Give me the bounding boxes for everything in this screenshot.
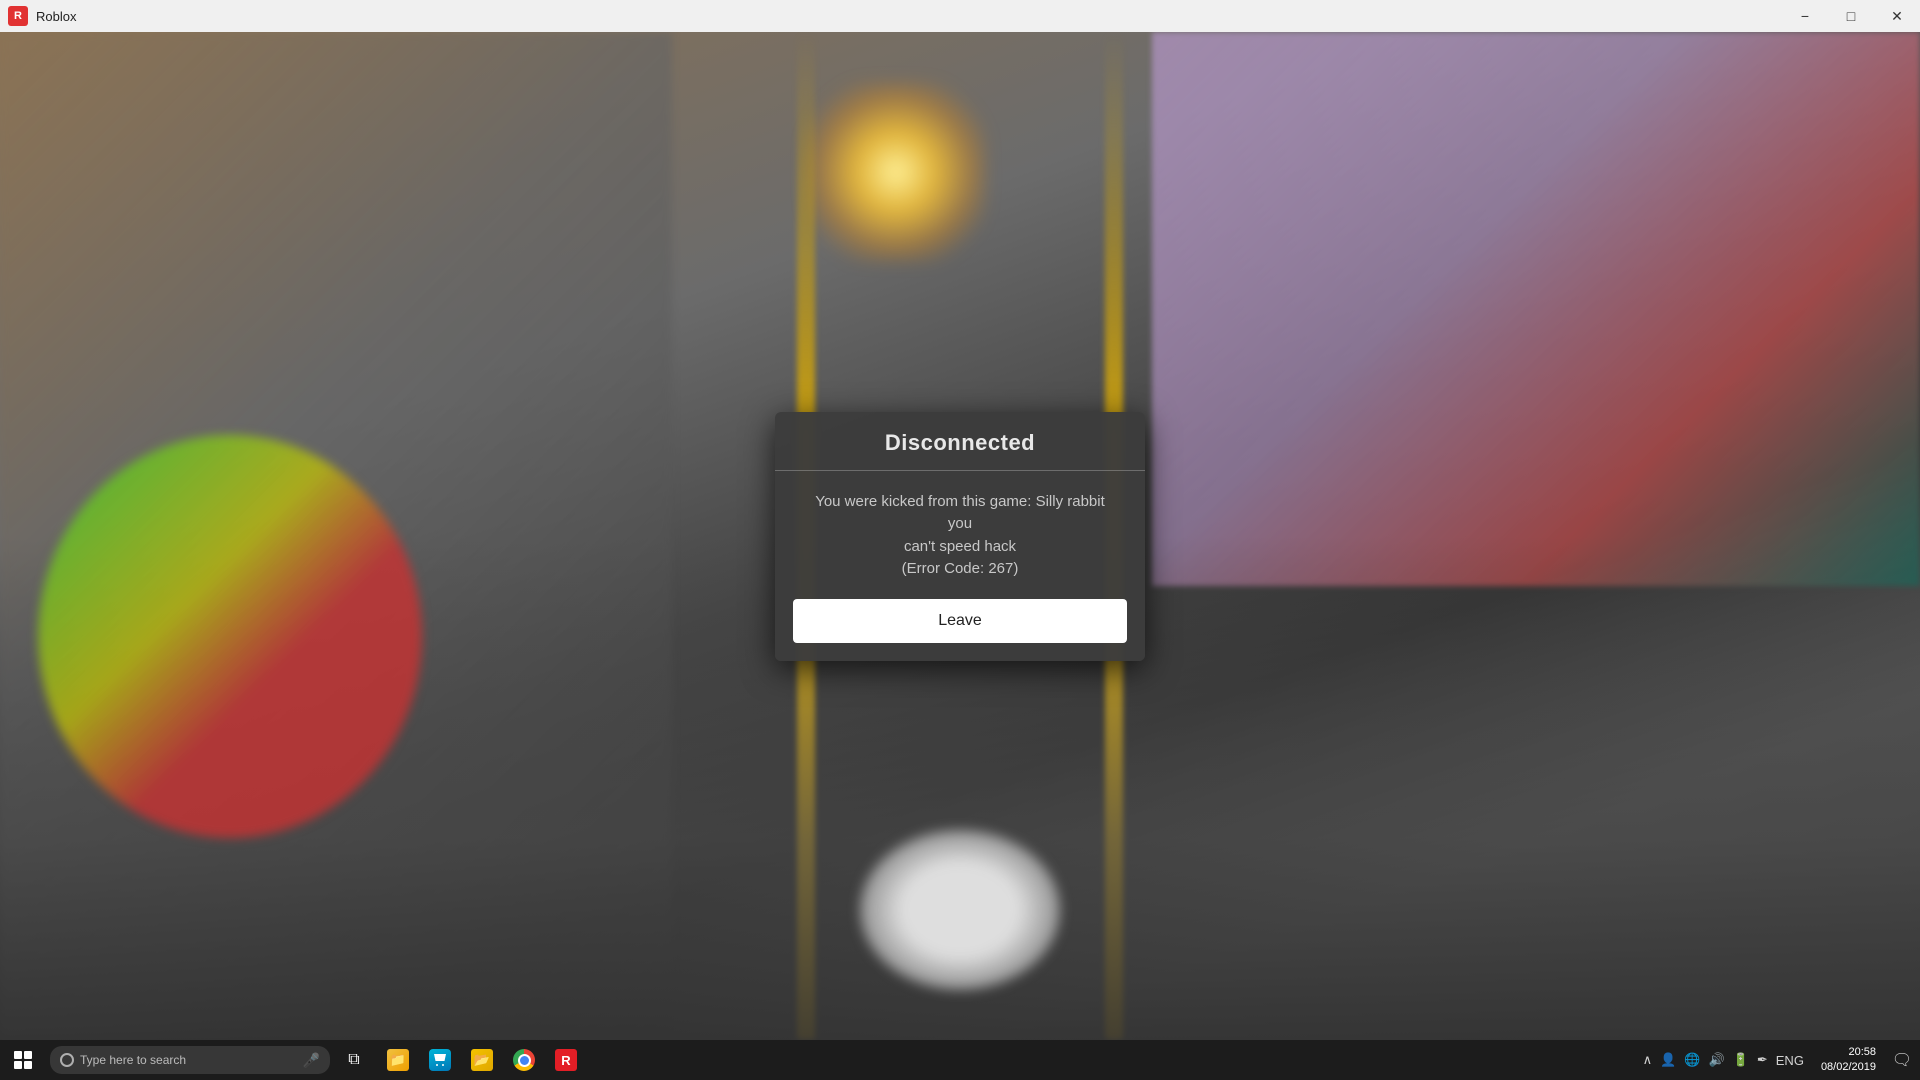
windows-logo-icon — [14, 1051, 32, 1069]
win-pane-1 — [14, 1051, 22, 1059]
taskbar-app-folder[interactable]: 📂 — [462, 1040, 502, 1080]
minimize-button[interactable]: − — [1782, 0, 1828, 32]
titlebar: R Roblox − □ ✕ — [0, 0, 1920, 32]
taskbar-app-store[interactable] — [420, 1040, 460, 1080]
chrome-icon — [513, 1049, 535, 1071]
window-controls: − □ ✕ — [1782, 0, 1920, 32]
win-pane-4 — [24, 1061, 32, 1069]
taskbar-apps: 📁 📂 R — [378, 1040, 586, 1080]
notification-icon: 🗨 — [1892, 1050, 1912, 1070]
close-button[interactable]: ✕ — [1874, 0, 1920, 32]
leave-button[interactable]: Leave — [793, 599, 1127, 643]
app-icon: R — [8, 6, 28, 26]
task-view-button[interactable]: ⧉ — [334, 1040, 374, 1080]
folder-icon: 📂 — [471, 1049, 493, 1071]
search-placeholder-text: Type here to search — [80, 1053, 186, 1067]
clock-date: 08/02/2019 — [1821, 1060, 1876, 1075]
notification-button[interactable]: 🗨 — [1884, 1040, 1920, 1080]
microphone-icon[interactable]: 🎤 — [303, 1052, 320, 1069]
language-label[interactable]: ENG — [1773, 1053, 1807, 1068]
taskbar-app-chrome[interactable] — [504, 1040, 544, 1080]
search-bar[interactable]: Type here to search 🎤 — [50, 1046, 330, 1074]
start-button[interactable] — [0, 1040, 46, 1080]
taskbar-app-explorer[interactable]: 📁 — [378, 1040, 418, 1080]
taskbar-app-roblox[interactable]: R — [546, 1040, 586, 1080]
dialog-title: Disconnected — [885, 430, 1035, 455]
task-view-icon: ⧉ — [348, 1051, 359, 1069]
dialog-header: Disconnected — [775, 412, 1145, 471]
taskbar: Type here to search 🎤 ⧉ 📁 📂 R ∧ 👤 🌐 🔊 — [0, 1040, 1920, 1080]
people-icon[interactable]: 👤 — [1657, 1052, 1679, 1068]
dialog-overlay: Disconnected You were kicked from this g… — [0, 32, 1920, 1040]
clock-time: 20:58 — [1848, 1045, 1876, 1060]
disconnected-dialog: Disconnected You were kicked from this g… — [775, 412, 1145, 661]
game-viewport: Disconnected You were kicked from this g… — [0, 32, 1920, 1040]
window-title: Roblox — [36, 9, 1782, 24]
search-icon — [60, 1053, 74, 1067]
roblox-icon: R — [555, 1049, 577, 1071]
system-tray: ∧ 👤 🌐 🔊 🔋 ✒ ENG — [1634, 1040, 1813, 1080]
pen-icon[interactable]: ✒ — [1754, 1052, 1771, 1068]
tray-chevron-icon[interactable]: ∧ — [1640, 1052, 1656, 1068]
dialog-footer: Leave — [775, 599, 1145, 661]
dialog-message-line2: can't speed hack — [904, 538, 1016, 555]
explorer-icon: 📁 — [387, 1049, 409, 1071]
dialog-body: You were kicked from this game: Silly ra… — [775, 471, 1145, 599]
win-pane-2 — [24, 1051, 32, 1059]
battery-icon[interactable]: 🔋 — [1730, 1052, 1752, 1068]
maximize-button[interactable]: □ — [1828, 0, 1874, 32]
dialog-message-line3: (Error Code: 267) — [902, 560, 1019, 577]
network-icon[interactable]: 🌐 — [1681, 1052, 1703, 1068]
dialog-message-line1: You were kicked from this game: Silly ra… — [815, 493, 1105, 533]
store-icon — [429, 1049, 451, 1071]
clock[interactable]: 20:58 08/02/2019 — [1813, 1045, 1884, 1076]
win-pane-3 — [14, 1061, 22, 1069]
volume-icon[interactable]: 🔊 — [1705, 1052, 1727, 1068]
